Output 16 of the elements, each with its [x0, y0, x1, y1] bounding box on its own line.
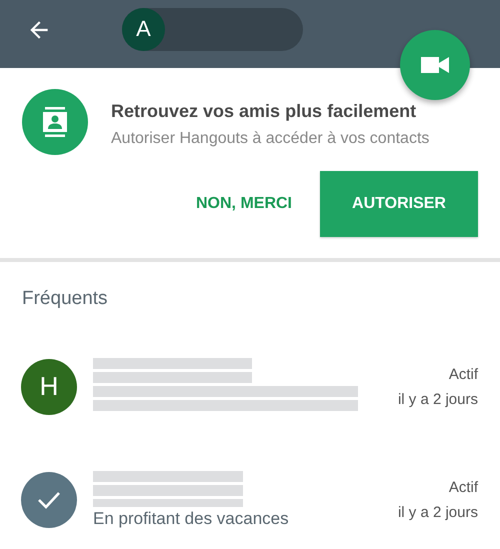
- banner-title: Retrouvez vos amis plus facilement: [111, 101, 418, 122]
- contact-avatar[interactable]: H: [21, 358, 77, 414]
- section-title: Fréquents: [21, 287, 109, 310]
- account-chip[interactable]: A: [122, 8, 303, 50]
- decline-button[interactable]: NON, MERCI: [190, 187, 298, 221]
- contact-status: Actif: [448, 366, 478, 382]
- avatar: A: [122, 8, 165, 50]
- contact-message: En profitant des vacances: [93, 508, 290, 528]
- banner-subtitle: Autoriser Hangouts à accéder à vos contacts: [111, 130, 430, 148]
- video-call-button[interactable]: [400, 30, 470, 100]
- contact-card-icon: [43, 107, 67, 137]
- video-camera-icon: [421, 55, 449, 75]
- last-active-time: il y a 2 jours: [398, 390, 478, 408]
- contact-status: Actif: [448, 478, 478, 496]
- check-icon: [37, 490, 61, 508]
- last-active-time: il y a 2 jours: [398, 504, 478, 520]
